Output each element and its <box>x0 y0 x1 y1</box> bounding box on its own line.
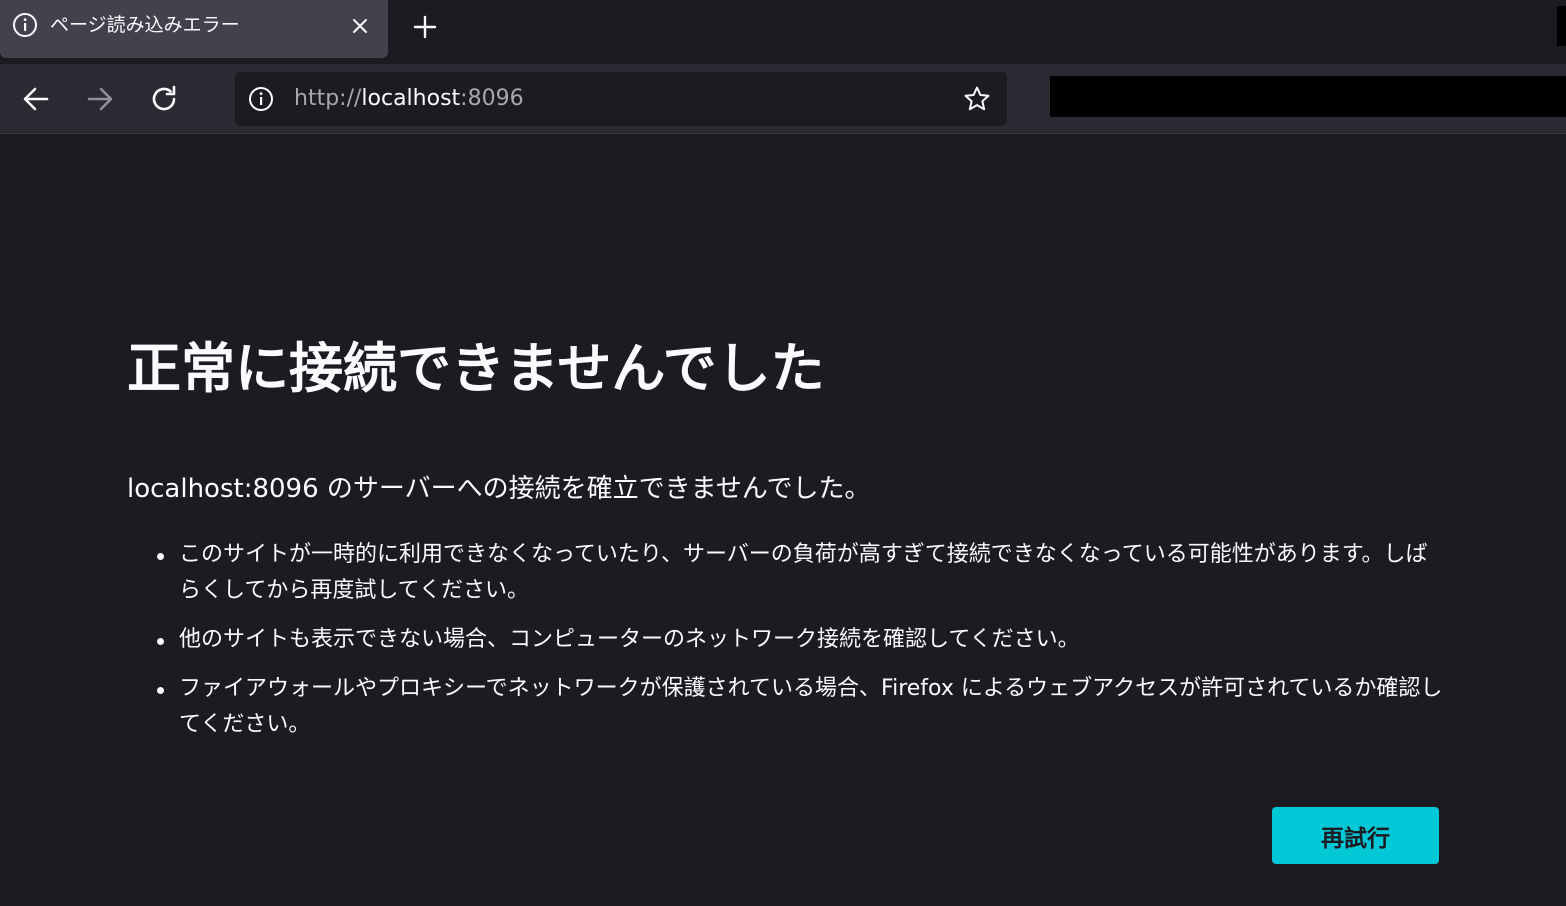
info-icon[interactable] <box>248 86 274 112</box>
back-button[interactable] <box>15 78 57 120</box>
page-title: 正常に接続できませんでした <box>127 337 825 400</box>
arrow-left-icon <box>23 87 49 111</box>
redacted-area <box>1050 76 1566 117</box>
forward-button[interactable] <box>79 78 121 120</box>
plus-icon[interactable] <box>408 10 442 44</box>
tab-page-load-error[interactable]: ページ読み込みエラー <box>0 0 388 58</box>
retry-button[interactable]: 再試行 <box>1272 807 1439 864</box>
redacted-area <box>1557 6 1566 46</box>
info-icon <box>12 12 38 38</box>
url-port: :8096 <box>460 86 524 111</box>
error-suggestions: このサイトが一時的に利用できなくなっていたり、サーバーの負荷が高すぎて接続できな… <box>127 537 1447 756</box>
tab-strip: ページ読み込みエラー <box>0 0 1566 64</box>
error-page: 正常に接続できませんでした localhost:8096 のサーバーへの接続を確… <box>0 135 1566 906</box>
url-scheme: http:// <box>294 86 362 111</box>
reload-button[interactable] <box>143 78 185 120</box>
url-host: localhost <box>361 86 461 111</box>
list-item: ファイアウォールやプロキシーでネットワークが保護されている場合、Firefox … <box>157 671 1447 743</box>
tab-title: ページ読み込みエラー <box>50 14 240 36</box>
error-summary: localhost:8096 のサーバーへの接続を確立できませんでした。 <box>127 474 871 504</box>
star-icon[interactable] <box>962 84 992 114</box>
list-item: このサイトが一時的に利用できなくなっていたり、サーバーの負荷が高すぎて接続できな… <box>157 537 1447 609</box>
close-icon[interactable] <box>346 12 374 40</box>
reload-icon <box>152 85 176 111</box>
navigation-toolbar: http://localhost:8096 <box>0 64 1566 134</box>
list-item: 他のサイトも表示できない場合、コンピューターのネットワーク接続を確認してください… <box>157 622 1447 658</box>
arrow-right-icon <box>87 87 113 111</box>
url-bar[interactable]: http://localhost:8096 <box>235 72 1007 126</box>
url-text[interactable]: http://localhost:8096 <box>294 86 524 112</box>
